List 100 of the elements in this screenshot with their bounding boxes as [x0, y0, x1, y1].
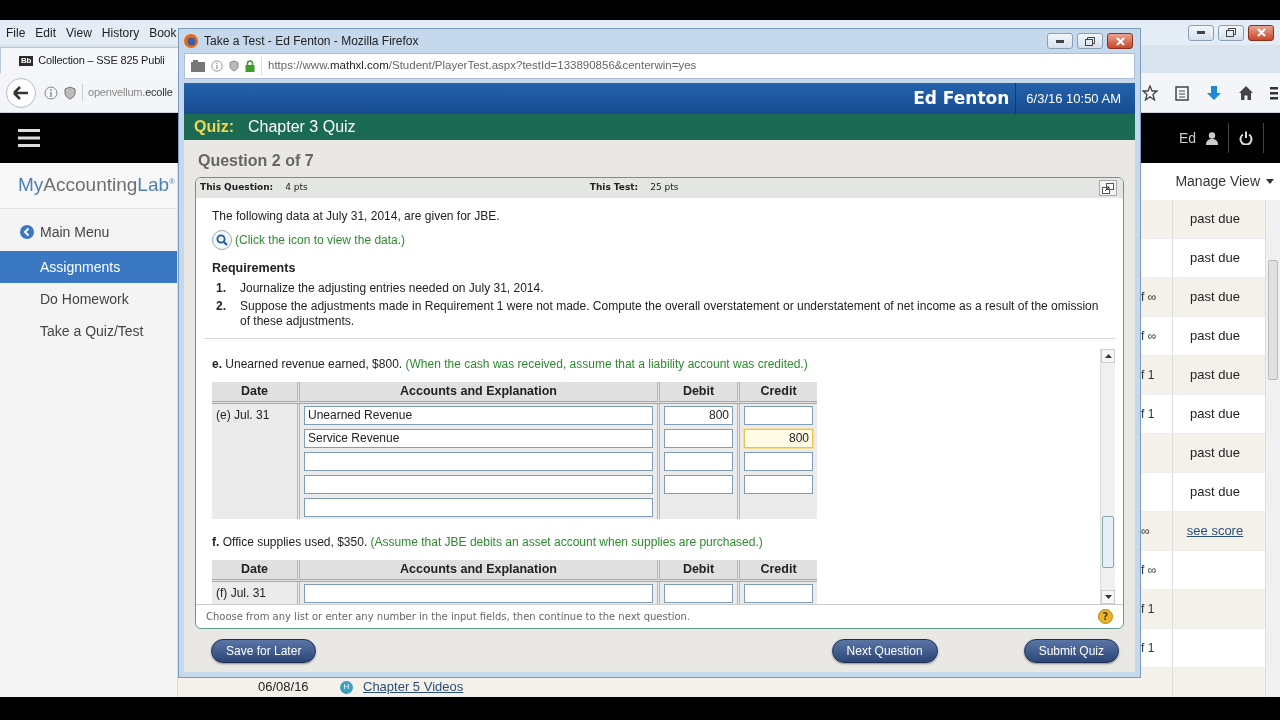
sidebar-item[interactable]: Take a Quiz/Test — [0, 315, 177, 347]
date-text: (f) Jul. 31 — [216, 585, 266, 603]
hint-text: (Assume that JBE debits an asset account when supplies are purchased.) — [370, 534, 763, 549]
account-field[interactable] — [304, 497, 653, 517]
column-header: Credit — [740, 381, 817, 404]
status-text: past due — [1190, 327, 1240, 346]
close-button[interactable] — [1107, 33, 1133, 49]
account-field[interactable]: Unearned Revenue — [304, 405, 653, 425]
date-text: 06/08/16 — [258, 678, 310, 697]
menu-item[interactable]: Book — [144, 23, 182, 42]
menu-item[interactable]: History — [96, 23, 145, 42]
status-text: past due — [1190, 444, 1240, 463]
column-header: Date — [212, 559, 300, 582]
credit-field[interactable] — [744, 583, 813, 603]
minimize-icon — [1197, 31, 1205, 34]
menu-icon[interactable] — [1270, 84, 1278, 101]
menu-item[interactable]: File — [1, 23, 31, 42]
home-icon[interactable] — [1238, 84, 1254, 101]
minimize-button[interactable] — [1188, 24, 1214, 41]
user-name: Ed Fenton — [913, 86, 1011, 110]
requirements-title: Requirements — [212, 260, 297, 277]
scroll-thumb[interactable] — [1102, 516, 1114, 568]
sidebar-item[interactable]: Do Homework — [0, 283, 177, 315]
debit-field[interactable] — [664, 583, 733, 603]
credit-field[interactable] — [744, 451, 813, 471]
score-label: This Question: — [200, 181, 274, 195]
part-text: f. Office supplies used, $350. — [212, 534, 368, 549]
see-score-link[interactable]: see score — [1186, 521, 1244, 541]
assignment-link[interactable]: Chapter 5 Videos — [363, 677, 464, 697]
sidebar-item[interactable]: Assignments — [0, 251, 177, 283]
account-field[interactable] — [304, 474, 653, 494]
download-icon[interactable] — [1206, 84, 1222, 101]
question-counter: Question 2 of 7 — [197, 151, 315, 171]
shield-icon — [64, 85, 76, 100]
star-icon[interactable] — [1142, 84, 1158, 101]
table-cell-text: f ∞ — [1141, 562, 1157, 579]
user-name: Ed — [1178, 128, 1196, 148]
scrollbar[interactable] — [1265, 200, 1280, 697]
column-header: Debit — [660, 559, 740, 582]
credit-field[interactable] — [744, 474, 813, 494]
page-icon — [191, 60, 205, 72]
credit-field[interactable]: 800 — [744, 428, 813, 448]
sidebar-item[interactable]: Main Menu — [0, 217, 177, 247]
score-value: 25 pts — [650, 181, 679, 195]
clipboard-icon[interactable] — [1174, 84, 1190, 101]
item-number: 1. — [215, 280, 227, 296]
expand-icon — [1102, 182, 1114, 194]
credit-field[interactable] — [744, 405, 813, 425]
person-icon[interactable] — [1206, 131, 1218, 145]
date-text: (e) Jul. 31 — [216, 407, 270, 425]
info-icon — [44, 85, 58, 100]
restore-button[interactable] — [1077, 33, 1103, 49]
score-label: This Test: — [589, 181, 639, 195]
column-header: Accounts and Explanation — [300, 381, 660, 404]
browser-logo-icon — [184, 34, 198, 48]
back-arrow-icon — [13, 85, 29, 100]
restore-button[interactable] — [1218, 24, 1244, 41]
caret-icon — [1266, 179, 1274, 184]
column-header: Accounts and Explanation — [300, 559, 660, 582]
quiz-label: Quiz: — [194, 117, 234, 137]
table-cell-text: f ∞ — [1141, 289, 1157, 306]
scroll-down-icon — [1104, 595, 1112, 599]
debit-field[interactable] — [664, 451, 733, 471]
menu-item[interactable]: Edit — [30, 23, 62, 42]
menu-item[interactable]: View — [61, 23, 97, 42]
help-button[interactable]: ? — [1098, 609, 1113, 624]
info-icon — [211, 60, 223, 72]
scroll-thumb[interactable] — [1268, 260, 1278, 380]
quiz-button[interactable]: Save for Later — [211, 638, 317, 663]
h-badge-icon: H — [340, 680, 353, 694]
scrollbar[interactable] — [1100, 348, 1115, 604]
window-title: Take a Test - Ed Fenton - Mozilla Firefox — [204, 33, 419, 50]
footer-hint: Choose from any list or enter any number in the input fields, then continue to the next question. — [206, 610, 691, 624]
expand-button[interactable] — [1099, 180, 1117, 196]
debit-field[interactable]: 800 — [664, 405, 733, 425]
quiz-button[interactable]: Submit Quiz — [1023, 638, 1119, 663]
account-field[interactable]: Service Revenue — [304, 428, 653, 448]
logo: MyAccountingLab$^{®}$ — [0, 163, 177, 209]
requirement-text: Journalize the adjusting entries needed on July 31, 2014. — [240, 280, 544, 296]
power-icon[interactable] — [1239, 131, 1253, 145]
minimize-button[interactable] — [1047, 33, 1073, 49]
account-field[interactable] — [304, 583, 653, 603]
status-text: past due — [1190, 405, 1240, 424]
menu-icon[interactable] — [18, 129, 40, 147]
table-cell-text: f ∞ — [1141, 328, 1157, 345]
part-text: e. Unearned revenue earned, $800. — [212, 356, 403, 371]
back-button[interactable] — [6, 77, 36, 108]
account-field[interactable] — [304, 451, 653, 471]
lock-icon — [245, 60, 255, 72]
quiz-button[interactable]: Next Question — [831, 638, 938, 663]
close-button[interactable] — [1248, 24, 1274, 41]
hint-text: (When the cash was received, assume that a liability account was credited.) — [405, 356, 808, 371]
address-text: openvellum.ecolle — [82, 84, 173, 101]
debit-field[interactable] — [664, 474, 733, 494]
manage-view-dropdown[interactable]: Manage View — [1175, 171, 1260, 192]
data-view-button[interactable] — [212, 230, 232, 250]
table-cell-text: f 1 — [1141, 601, 1155, 618]
table-cell-text: f 1 — [1141, 640, 1155, 657]
debit-field[interactable] — [664, 428, 733, 448]
table-cell-text: f 1 — [1141, 367, 1155, 384]
